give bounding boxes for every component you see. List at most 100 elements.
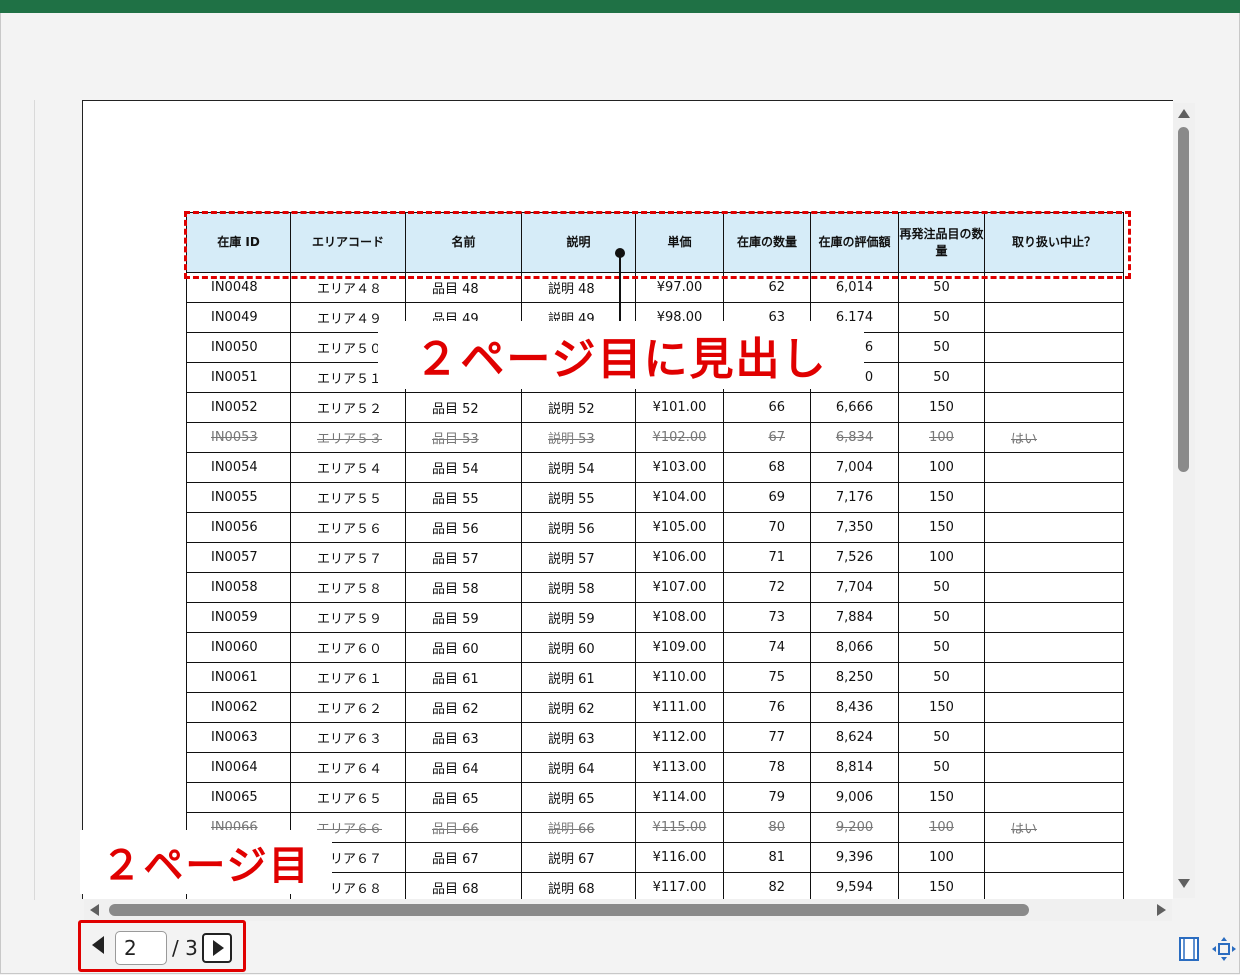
table-cell: 説明 57 <box>521 542 636 573</box>
table-cell: IN0048 <box>186 272 291 303</box>
callout-leader-line <box>619 254 621 322</box>
horizontal-scrollbar[interactable] <box>84 899 1172 921</box>
table-cell: IN0061 <box>186 662 291 693</box>
vertical-scroll-thumb[interactable] <box>1178 127 1189 472</box>
table-cell: 品目 60 <box>405 632 522 663</box>
table-cell: 説明 55 <box>521 482 636 513</box>
scroll-down-icon[interactable] <box>1178 879 1190 888</box>
vertical-scrollbar[interactable] <box>1173 103 1195 898</box>
table-cell: ¥109.00 <box>635 632 724 663</box>
table-cell: 50 <box>898 662 985 693</box>
table-cell: IN0063 <box>186 722 291 753</box>
page-callout-text: ２ページ目 <box>101 843 311 889</box>
table-cell <box>984 452 1124 483</box>
table-cell: 9,396 <box>810 842 899 873</box>
preview-left-divider <box>34 100 35 900</box>
app-ribbon-bar <box>0 0 1240 13</box>
table-cell: 説明 64 <box>521 752 636 783</box>
table-cell: 72 <box>723 572 811 603</box>
table-cell: IN0062 <box>186 692 291 723</box>
table-cell: エリア５６ <box>290 512 406 543</box>
table-cell: 82 <box>723 872 811 899</box>
table-cell: 説明 60 <box>521 632 636 663</box>
table-cell: IN0052 <box>186 392 291 423</box>
table-row: IN0059 エリア５９ 品目 59 説明 59 ¥108.00 73 7,884 50 <box>186 602 1124 633</box>
page-view-icon[interactable] <box>1178 936 1200 962</box>
table-cell: 品目 64 <box>405 752 522 783</box>
page-total-label: / 3 <box>172 936 198 960</box>
table-row: IN0060 エリア６０ 品目 60 説明 60 ¥109.00 74 8,066 50 <box>186 632 1124 663</box>
table-cell: エリア５５ <box>290 482 406 513</box>
table-cell: 77 <box>723 722 811 753</box>
table-row: IN0058 エリア５８ 品目 58 説明 58 ¥107.00 72 7,704 50 <box>186 572 1124 603</box>
table-row: IN0062 エリア６２ 品目 62 説明 62 ¥111.00 76 8,436 150 <box>186 692 1124 723</box>
table-cell: 71 <box>723 542 811 573</box>
table-cell: 品目 59 <box>405 602 522 633</box>
table-row: IN0054 エリア５４ 品目 54 説明 54 ¥103.00 68 7,004 100 <box>186 452 1124 483</box>
table-cell: エリア４８ <box>290 272 406 303</box>
table-cell <box>984 362 1124 393</box>
next-page-button[interactable] <box>202 933 232 963</box>
table-cell: はい <box>984 422 1124 453</box>
table-cell: IN0051 <box>186 362 291 393</box>
table-cell: 79 <box>723 782 811 813</box>
table-cell: 80 <box>723 812 811 843</box>
table-cell: 説明 66 <box>521 812 636 843</box>
fit-page-icon[interactable] <box>1211 936 1237 962</box>
horizontal-scroll-thumb[interactable] <box>109 904 1029 916</box>
table-cell: 76 <box>723 692 811 723</box>
page-number-input[interactable] <box>115 931 167 965</box>
table-cell: ¥108.00 <box>635 602 724 633</box>
table-cell: 150 <box>898 692 985 723</box>
table-cell: IN0064 <box>186 752 291 783</box>
table-cell: 説明 58 <box>521 572 636 603</box>
table-cell: ¥101.00 <box>635 392 724 423</box>
table-cell: 50 <box>898 572 985 603</box>
table-cell: 78 <box>723 752 811 783</box>
column-header-0: 在庫 ID <box>186 212 291 273</box>
header-callout: ２ページ目に見出し <box>378 321 864 389</box>
table-cell: ¥115.00 <box>635 812 724 843</box>
table-cell: 150 <box>898 872 985 899</box>
table-cell: 6,834 <box>810 422 899 453</box>
table-cell <box>984 722 1124 753</box>
table-cell: 説明 65 <box>521 782 636 813</box>
table-cell: 説明 62 <box>521 692 636 723</box>
table-cell: 73 <box>723 602 811 633</box>
table-cell: 50 <box>898 722 985 753</box>
scroll-up-icon[interactable] <box>1178 109 1190 118</box>
table-cell: 100 <box>898 542 985 573</box>
table-cell: 150 <box>898 392 985 423</box>
table-cell: ¥102.00 <box>635 422 724 453</box>
previous-page-icon[interactable] <box>92 936 104 954</box>
table-cell: 100 <box>898 812 985 843</box>
table-cell: 50 <box>898 272 985 303</box>
table-cell: IN0060 <box>186 632 291 663</box>
table-cell: 100 <box>898 422 985 453</box>
table-cell: ¥114.00 <box>635 782 724 813</box>
table-cell: 70 <box>723 512 811 543</box>
table-cell: ¥116.00 <box>635 842 724 873</box>
table-cell <box>984 392 1124 423</box>
table-cell: 品目 66 <box>405 812 522 843</box>
table-cell: 説明 61 <box>521 662 636 693</box>
table-cell: IN0059 <box>186 602 291 633</box>
table-row: IN0063 エリア６３ 品目 63 説明 63 ¥112.00 77 8,624 50 <box>186 722 1124 753</box>
table-cell <box>984 302 1124 333</box>
table-cell: 説明 52 <box>521 392 636 423</box>
table-cell: 品目 56 <box>405 512 522 543</box>
table-cell: 7,350 <box>810 512 899 543</box>
table-cell: ¥110.00 <box>635 662 724 693</box>
table-cell: エリア５３ <box>290 422 406 453</box>
table-cell: 品目 68 <box>405 872 522 899</box>
scroll-left-icon[interactable] <box>90 904 99 916</box>
table-cell: 62 <box>723 272 811 303</box>
table-cell: 50 <box>898 602 985 633</box>
table-cell: 6,666 <box>810 392 899 423</box>
table-row: IN0052 エリア５２ 品目 52 説明 52 ¥101.00 66 6,666 150 <box>186 392 1124 423</box>
table-cell: IN0053 <box>186 422 291 453</box>
column-header-4: 単価 <box>635 212 724 273</box>
scroll-right-icon[interactable] <box>1157 904 1166 916</box>
column-header-5: 在庫の数量 <box>723 212 811 273</box>
table-cell: 品目 61 <box>405 662 522 693</box>
